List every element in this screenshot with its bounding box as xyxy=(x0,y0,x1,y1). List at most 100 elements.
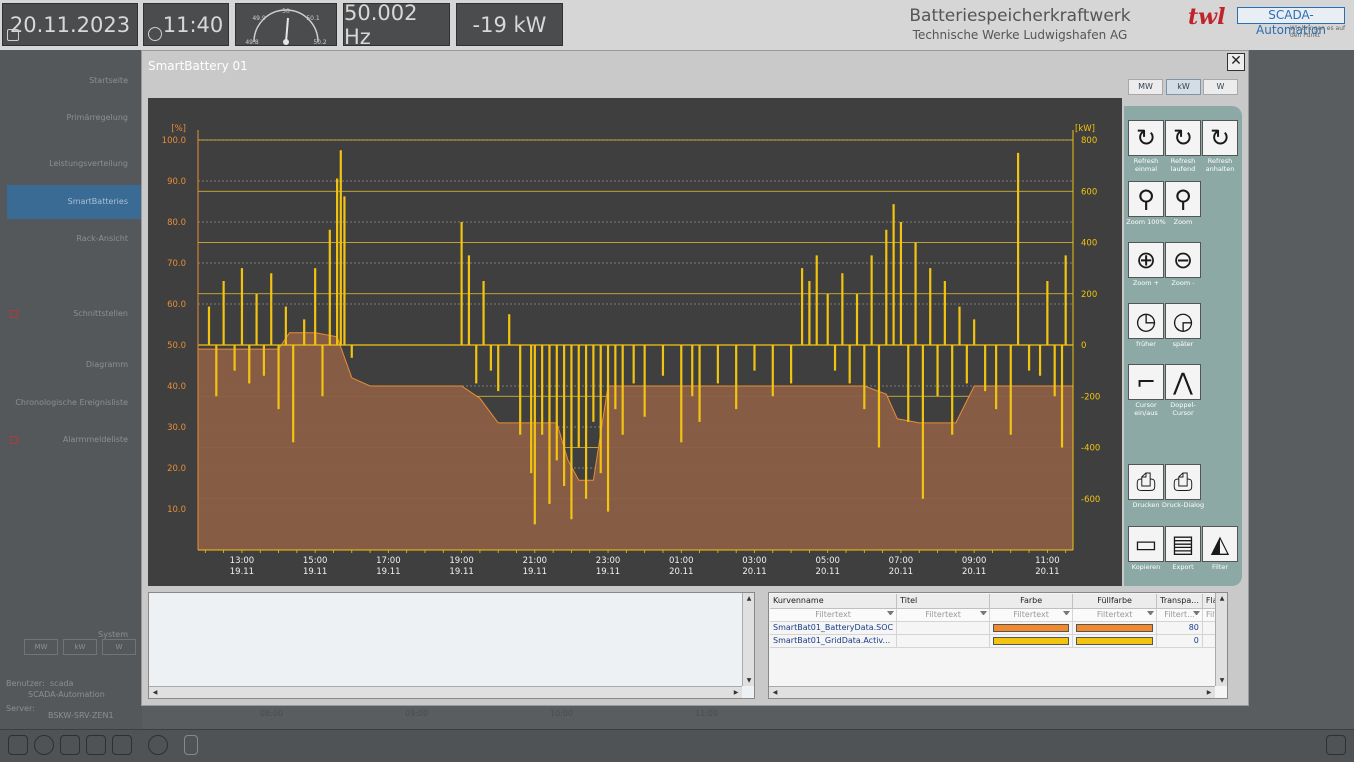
scroll-up-icon: ▲ xyxy=(746,595,752,602)
right-tick-label: -400 xyxy=(1081,444,1100,454)
nav-system[interactable]: System xyxy=(0,618,142,652)
right-tick-label: 400 xyxy=(1081,239,1097,249)
col-farbe[interactable]: Farbe xyxy=(989,594,1074,609)
globe-icon[interactable] xyxy=(34,735,54,755)
nav-rack-ansicht[interactable]: Rack-Ansicht xyxy=(0,222,142,256)
scroll-left-icon: ◀ xyxy=(152,689,158,696)
earlier-button[interactable]: ◷ xyxy=(1128,303,1164,339)
filter-kurvenname[interactable]: Filtertext xyxy=(770,608,898,622)
refresh-once-button[interactable]: ↻ xyxy=(1128,120,1164,156)
gauge-top-label: 50 xyxy=(282,8,290,15)
curve-name: SmartBat01_BatteryData.SOC xyxy=(770,621,898,635)
table-row[interactable]: SmartBat01_GridData.Activ... 0 xyxy=(770,634,1222,648)
user-label: Benutzer: xyxy=(6,679,45,688)
left-tick-label: 60.0 xyxy=(167,300,186,310)
table-row[interactable]: SmartBat01_BatteryData.SOC 80 xyxy=(770,621,1222,635)
trend-chart[interactable]: 100.0 90.0 80.0 70.0 60.0 50.0 40.0 30.0 20.0 10.… xyxy=(148,98,1122,586)
curve-color[interactable] xyxy=(989,621,1074,635)
x-tick-time: 05:00 xyxy=(815,556,840,566)
curve-fill[interactable] xyxy=(1072,621,1158,635)
nav-primaerregelung[interactable]: Primärregelung xyxy=(0,101,142,135)
x-tick-time: 09:00 xyxy=(962,556,987,566)
col-transparenz[interactable]: Transpa... xyxy=(1156,594,1203,609)
zoom-100-icon: ⚲ xyxy=(1137,185,1155,213)
print-button[interactable]: ⎙ xyxy=(1128,464,1164,500)
user-name: scada xyxy=(50,679,74,688)
double-cursor-button[interactable]: ⋀ xyxy=(1165,364,1201,400)
zoom-button[interactable]: ⚲ xyxy=(1165,181,1201,217)
sidebar: Startseite Primärregelung Leistungsverte… xyxy=(0,50,142,729)
left-tick-label: 30.0 xyxy=(167,423,186,433)
filter-transparenz[interactable]: Filtert... xyxy=(1156,608,1203,622)
camera-icon[interactable] xyxy=(1326,735,1346,755)
x-tick-date: 20.11 xyxy=(742,567,766,577)
scroll-down-icon: ▼ xyxy=(1219,677,1225,684)
exit-icon[interactable] xyxy=(8,735,28,755)
curve-color[interactable] xyxy=(989,634,1074,648)
filter-farbe[interactable]: Filtertext xyxy=(989,608,1074,622)
zoom-in-button[interactable]: ⊕ xyxy=(1128,242,1164,278)
left-tick-label: 100.0 xyxy=(162,136,186,146)
toolbar-label: Zoom xyxy=(1173,218,1193,226)
filter-funnel-icon xyxy=(887,610,895,618)
server-label: Server: xyxy=(6,704,35,713)
zoom-out-button[interactable]: ⊖ xyxy=(1165,242,1201,278)
filter-button[interactable]: ◭ xyxy=(1202,526,1238,562)
bg-axis-tick: 09:00 xyxy=(405,709,429,718)
zoom-100-button[interactable]: ⚲ xyxy=(1128,181,1164,217)
nav-alarmmeldeliste[interactable]: Alarmmeldeliste xyxy=(0,423,142,457)
unit-w-button[interactable]: W xyxy=(1203,79,1238,95)
col-titel[interactable]: Titel xyxy=(896,594,991,609)
print-dialog-button[interactable]: ⎙ xyxy=(1165,464,1201,500)
filter-fuellfarbe[interactable]: Filtertext xyxy=(1072,608,1158,622)
nav-leistungsverteilung[interactable]: Leistungsverteilung xyxy=(0,147,142,181)
power-tile: -19 kW xyxy=(456,3,563,46)
col-fuellfarbe[interactable]: Füllfarbe xyxy=(1072,594,1158,609)
unit-mw-button[interactable]: MW xyxy=(1128,79,1163,95)
gauge-right-upper: 50.1 xyxy=(306,15,320,22)
export-button[interactable]: ▤ xyxy=(1165,526,1201,562)
battery-icon[interactable] xyxy=(184,735,198,755)
grid-vscroll[interactable]: ▲ ▼ xyxy=(1215,593,1227,686)
scroll-up-icon: ▲ xyxy=(1219,595,1225,602)
grid-hscroll[interactable]: ◀ ▶ xyxy=(769,686,1215,698)
x-tick-date: 19.11 xyxy=(449,567,473,577)
network-icon[interactable] xyxy=(60,735,80,755)
info-vscroll[interactable]: ▲ ▼ xyxy=(742,593,754,686)
twl-logo: twl xyxy=(1188,4,1226,30)
x-tick-time: 21:00 xyxy=(523,556,548,566)
nav-schnittstellen[interactable]: Schnittstellen xyxy=(0,297,142,331)
bg-axis-tick: 08:00 xyxy=(260,709,284,718)
later-button[interactable]: ◶ xyxy=(1165,303,1201,339)
nav-smartbatteries[interactable]: SmartBatteries xyxy=(7,185,142,219)
scada-slogan: Wir bringen es auf den Punkt xyxy=(1290,25,1346,39)
nav-startseite[interactable]: Startseite xyxy=(0,64,142,98)
settings-icon[interactable] xyxy=(112,735,132,755)
close-button[interactable]: ✕ xyxy=(1227,53,1245,71)
cursor-button[interactable]: ⌐ xyxy=(1128,364,1164,400)
filter-funnel-icon xyxy=(1147,610,1155,618)
users-icon[interactable] xyxy=(86,735,106,755)
refresh-stop-button[interactable]: ↻ xyxy=(1202,120,1238,156)
zoom-icon: ⚲ xyxy=(1174,185,1192,213)
curve-title xyxy=(896,621,991,635)
right-tick-label: 0 xyxy=(1081,341,1086,351)
frequency-tile: 50.002 Hz xyxy=(343,1,450,49)
refresh-continuous-button[interactable]: ↻ xyxy=(1165,120,1201,156)
copy-icon: ▭ xyxy=(1134,530,1158,558)
col-kurvenname[interactable]: Kurvenname xyxy=(770,594,898,609)
left-tick-label: 20.0 xyxy=(167,464,186,474)
calendar-icon xyxy=(7,29,19,41)
unit-kw-button[interactable]: kW xyxy=(1166,79,1201,95)
left-tick-label: 80.0 xyxy=(167,218,186,228)
left-tick-label: 70.0 xyxy=(167,259,186,269)
nav-ereignisliste[interactable]: Chronologische Ereignisliste xyxy=(0,386,142,420)
curve-fill[interactable] xyxy=(1072,634,1158,648)
nav-diagramm[interactable]: Diagramm xyxy=(0,348,142,382)
back-icon[interactable] xyxy=(148,735,168,755)
dialog-title: SmartBattery 01 xyxy=(148,59,248,73)
info-hscroll[interactable]: ◀ ▶ xyxy=(149,686,742,698)
copy-button[interactable]: ▭ xyxy=(1128,526,1164,562)
filter-titel[interactable]: Filtertext xyxy=(896,608,991,622)
x-tick-date: 20.11 xyxy=(889,567,913,577)
